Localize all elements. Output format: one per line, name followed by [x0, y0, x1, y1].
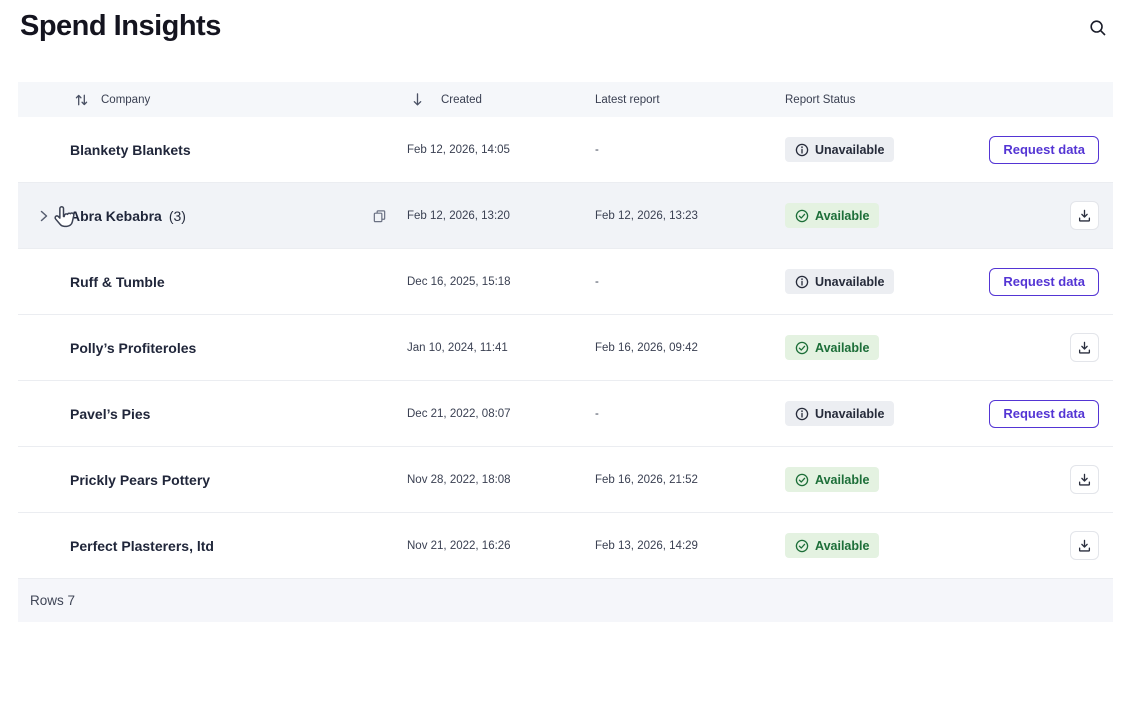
download-button[interactable]: [1070, 201, 1099, 230]
table-row[interactable]: Abra Kebabra (3) Feb 12, 2026, 13:20 Feb …: [18, 183, 1113, 249]
column-label-latest-report: Latest report: [595, 94, 660, 106]
latest-report-value: -: [595, 144, 599, 156]
spend-insights-table: Company Created Latest report Report Sta…: [18, 82, 1113, 622]
status-badge: Unavailable: [785, 269, 894, 294]
info-circle-icon: [795, 407, 809, 421]
status-badge: Available: [785, 335, 879, 360]
download-icon: [1077, 208, 1092, 223]
table-row[interactable]: Perfect Plasterers, ltd Nov 21, 2022, 16…: [18, 513, 1113, 579]
search-button[interactable]: [1087, 18, 1109, 40]
table-header-row: Company Created Latest report Report Sta…: [18, 82, 1113, 117]
request-data-button[interactable]: Request data: [989, 400, 1099, 428]
company-suffix: (3): [169, 208, 186, 224]
status-label: Unavailable: [815, 407, 884, 421]
created-value: Dec 21, 2022, 08:07: [407, 408, 511, 420]
status-label: Available: [815, 209, 869, 223]
created-value: Feb 12, 2026, 14:05: [407, 144, 510, 156]
rows-count-label: Rows 7: [30, 593, 75, 608]
company-name: Ruff & Tumble: [70, 274, 165, 290]
table-body: Blankety Blankets Feb 12, 2026, 14:05 -: [18, 117, 1113, 579]
latest-report-value: Feb 12, 2026, 13:23: [595, 210, 698, 222]
download-button[interactable]: [1070, 333, 1099, 362]
sort-down-icon[interactable]: [410, 91, 425, 108]
download-icon: [1077, 340, 1092, 355]
sort-up-down-icon[interactable]: [74, 92, 89, 108]
download-button[interactable]: [1070, 465, 1099, 494]
company-name: Perfect Plasterers, ltd: [70, 538, 214, 554]
status-badge: Available: [785, 203, 879, 228]
status-label: Unavailable: [815, 143, 884, 157]
latest-report-value: Feb 16, 2026, 09:42: [595, 342, 698, 354]
download-icon: [1077, 538, 1092, 553]
request-data-button[interactable]: Request data: [989, 268, 1099, 296]
status-badge: Available: [785, 467, 879, 492]
created-value: Jan 10, 2024, 11:41: [407, 342, 508, 354]
status-label: Available: [815, 539, 869, 553]
table-footer: Rows 7: [18, 579, 1113, 622]
table-row[interactable]: Blankety Blankets Feb 12, 2026, 14:05 -: [18, 117, 1113, 183]
column-header-company[interactable]: Company: [70, 92, 355, 108]
column-header-latest-report[interactable]: Latest report: [595, 94, 785, 106]
check-circle-icon: [795, 539, 809, 553]
created-value: Dec 16, 2025, 15:18: [407, 276, 511, 288]
company-name: Polly’s Profiteroles: [70, 340, 196, 356]
status-badge: Unavailable: [785, 137, 894, 162]
info-circle-icon: [795, 275, 809, 289]
company-name: Abra Kebabra: [70, 208, 162, 224]
column-header-report-status[interactable]: Report Status: [785, 94, 985, 106]
check-circle-icon: [795, 473, 809, 487]
download-icon: [1077, 472, 1092, 487]
status-badge: Available: [785, 533, 879, 558]
chevron-right-icon[interactable]: [36, 208, 52, 224]
table-row[interactable]: Prickly Pears Pottery Nov 28, 2022, 18:0…: [18, 447, 1113, 513]
table-row[interactable]: Polly’s Profiteroles Jan 10, 2024, 11:41…: [18, 315, 1113, 381]
created-value: Nov 28, 2022, 18:08: [407, 474, 511, 486]
check-circle-icon: [795, 209, 809, 223]
table-row[interactable]: Pavel’s Pies Dec 21, 2022, 08:07 -: [18, 381, 1113, 447]
column-label-report-status: Report Status: [785, 94, 855, 106]
copy-icon[interactable]: [355, 208, 387, 224]
company-name: Pavel’s Pies: [70, 406, 150, 422]
check-circle-icon: [795, 341, 809, 355]
latest-report-value: -: [595, 408, 599, 420]
column-label-company: Company: [101, 94, 150, 106]
created-value: Nov 21, 2022, 16:26: [407, 540, 511, 552]
status-badge: Unavailable: [785, 401, 894, 426]
table-row[interactable]: Ruff & Tumble Dec 16, 2025, 15:18 -: [18, 249, 1113, 315]
request-data-button[interactable]: Request data: [989, 136, 1099, 164]
status-label: Available: [815, 473, 869, 487]
column-label-created: Created: [441, 94, 482, 106]
search-icon: [1088, 18, 1108, 38]
status-label: Available: [815, 341, 869, 355]
company-name: Prickly Pears Pottery: [70, 472, 210, 488]
created-value: Feb 12, 2026, 13:20: [407, 210, 510, 222]
latest-report-value: Feb 16, 2026, 21:52: [595, 474, 698, 486]
status-label: Unavailable: [815, 275, 884, 289]
company-name: Blankety Blankets: [70, 142, 191, 158]
latest-report-value: Feb 13, 2026, 14:29: [595, 540, 698, 552]
column-header-created[interactable]: Created: [407, 91, 595, 108]
latest-report-value: -: [595, 276, 599, 288]
download-button[interactable]: [1070, 531, 1099, 560]
info-circle-icon: [795, 143, 809, 157]
page-title: Spend Insights: [20, 10, 221, 43]
